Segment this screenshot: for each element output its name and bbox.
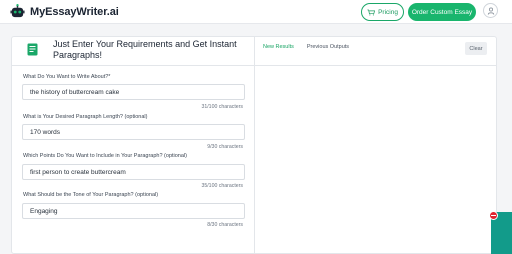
- input-form: Just Enter Your Requirements and Get Ins…: [12, 37, 255, 254]
- clear-button[interactable]: Clear: [465, 42, 487, 55]
- form-header: Just Enter Your Requirements and Get Ins…: [12, 37, 255, 66]
- points-char-count: 35/100 characters: [201, 183, 243, 189]
- pricing-button[interactable]: Pricing: [361, 3, 404, 21]
- points-input[interactable]: first person to create buttercream: [22, 164, 245, 180]
- tone-char-count: 8/30 characters: [207, 222, 243, 228]
- robot-logo-icon: [10, 4, 25, 18]
- length-input[interactable]: 170 words: [22, 124, 245, 140]
- user-account-button[interactable]: [483, 3, 498, 18]
- tab-previous-outputs[interactable]: Previous Outputs: [307, 44, 349, 50]
- brand-name: MyEssayWriter.ai: [30, 5, 119, 18]
- close-badge-icon[interactable]: [489, 211, 498, 220]
- length-char-count: 9/30 characters: [207, 144, 243, 150]
- tab-new-results[interactable]: New Results: [263, 44, 294, 50]
- pricing-label: Pricing: [378, 8, 398, 16]
- topic-label: What Do You Want to Write About?*: [23, 74, 111, 80]
- tone-input[interactable]: Engaging: [22, 203, 245, 219]
- order-custom-essay-button[interactable]: Order Custom Essay: [408, 3, 476, 21]
- topic-input[interactable]: the history of buttercream cake: [22, 84, 245, 100]
- tone-label: What Should be the Tone of Your Paragrap…: [23, 192, 159, 198]
- generator-panel: Just Enter Your Requirements and Get Ins…: [11, 36, 497, 254]
- topic-char-count: 31/100 characters: [201, 104, 243, 110]
- points-label: Which Points Do You Want to Include in Y…: [23, 153, 187, 159]
- top-nav-bar: MyEssayWriter.ai Pricing Order Custom Es…: [0, 0, 512, 24]
- length-label: What is Your Desired Paragraph Length? (…: [23, 114, 148, 120]
- cart-icon: [367, 9, 376, 15]
- user-icon: [487, 7, 494, 15]
- results-divider: [254, 65, 497, 66]
- form-heading: Just Enter Your Requirements and Get Ins…: [53, 39, 237, 60]
- results-tabs: New Results Previous Outputs: [263, 44, 349, 50]
- document-icon: [27, 43, 38, 56]
- logo[interactable]: MyEssayWriter.ai: [10, 4, 119, 19]
